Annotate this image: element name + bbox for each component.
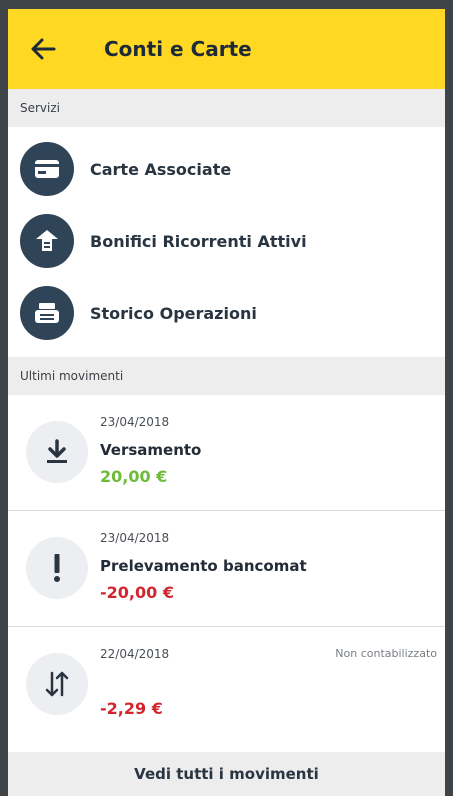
header-bar: Conti e Carte: [8, 9, 445, 89]
movement-amount: -2,29 €: [100, 699, 163, 718]
see-all-movements-link[interactable]: Vedi tutti i movimenti: [8, 752, 445, 796]
movement-title: Versamento: [100, 441, 202, 459]
history-icon: [20, 286, 74, 340]
service-item-carte-associate[interactable]: Carte Associate: [8, 133, 445, 205]
transfer-icon: [20, 214, 74, 268]
movement-status: Non contabilizzato: [335, 647, 437, 660]
back-button[interactable]: [26, 32, 60, 66]
movement-title: Prelevamento bancomat: [100, 557, 307, 575]
download-icon: [26, 421, 88, 483]
movement-amount: 20,00 €: [100, 467, 168, 486]
movement-row[interactable]: 23/04/2018 Versamento 20,00 €: [8, 395, 445, 511]
movement-row[interactable]: 22/04/2018 Non contabilizzato -2,29 €: [8, 627, 445, 743]
service-label: Storico Operazioni: [90, 303, 257, 323]
movements-section-header: Ultimi movimenti: [8, 357, 445, 395]
movement-date: 23/04/2018: [100, 415, 170, 429]
service-item-bonifici-ricorrenti[interactable]: Bonifici Ricorrenti Attivi: [8, 205, 445, 277]
exclamation-icon: [26, 537, 88, 599]
service-label: Carte Associate: [90, 159, 232, 179]
card-icon: [20, 142, 74, 196]
movement-date: 23/04/2018: [100, 531, 170, 545]
services-section-header: Servizi: [8, 89, 445, 127]
movement-date: 22/04/2018: [100, 647, 170, 661]
movements-list: 23/04/2018 Versamento 20,00 € 23/04/2018…: [8, 395, 445, 743]
swap-vertical-icon: [26, 653, 88, 715]
services-list: Carte Associate Bonifici Ricorrenti Atti…: [8, 127, 445, 357]
service-label: Bonifici Ricorrenti Attivi: [90, 231, 307, 251]
movement-row[interactable]: 23/04/2018 Prelevamento bancomat -20,00 …: [8, 511, 445, 627]
page-title: Conti e Carte: [104, 37, 252, 61]
movement-amount: -20,00 €: [100, 583, 174, 602]
app-screen: Conti e Carte Servizi Carte Associate Bo…: [0, 0, 453, 796]
service-item-storico-operazioni[interactable]: Storico Operazioni: [8, 277, 445, 349]
arrow-left-icon: [31, 38, 56, 60]
